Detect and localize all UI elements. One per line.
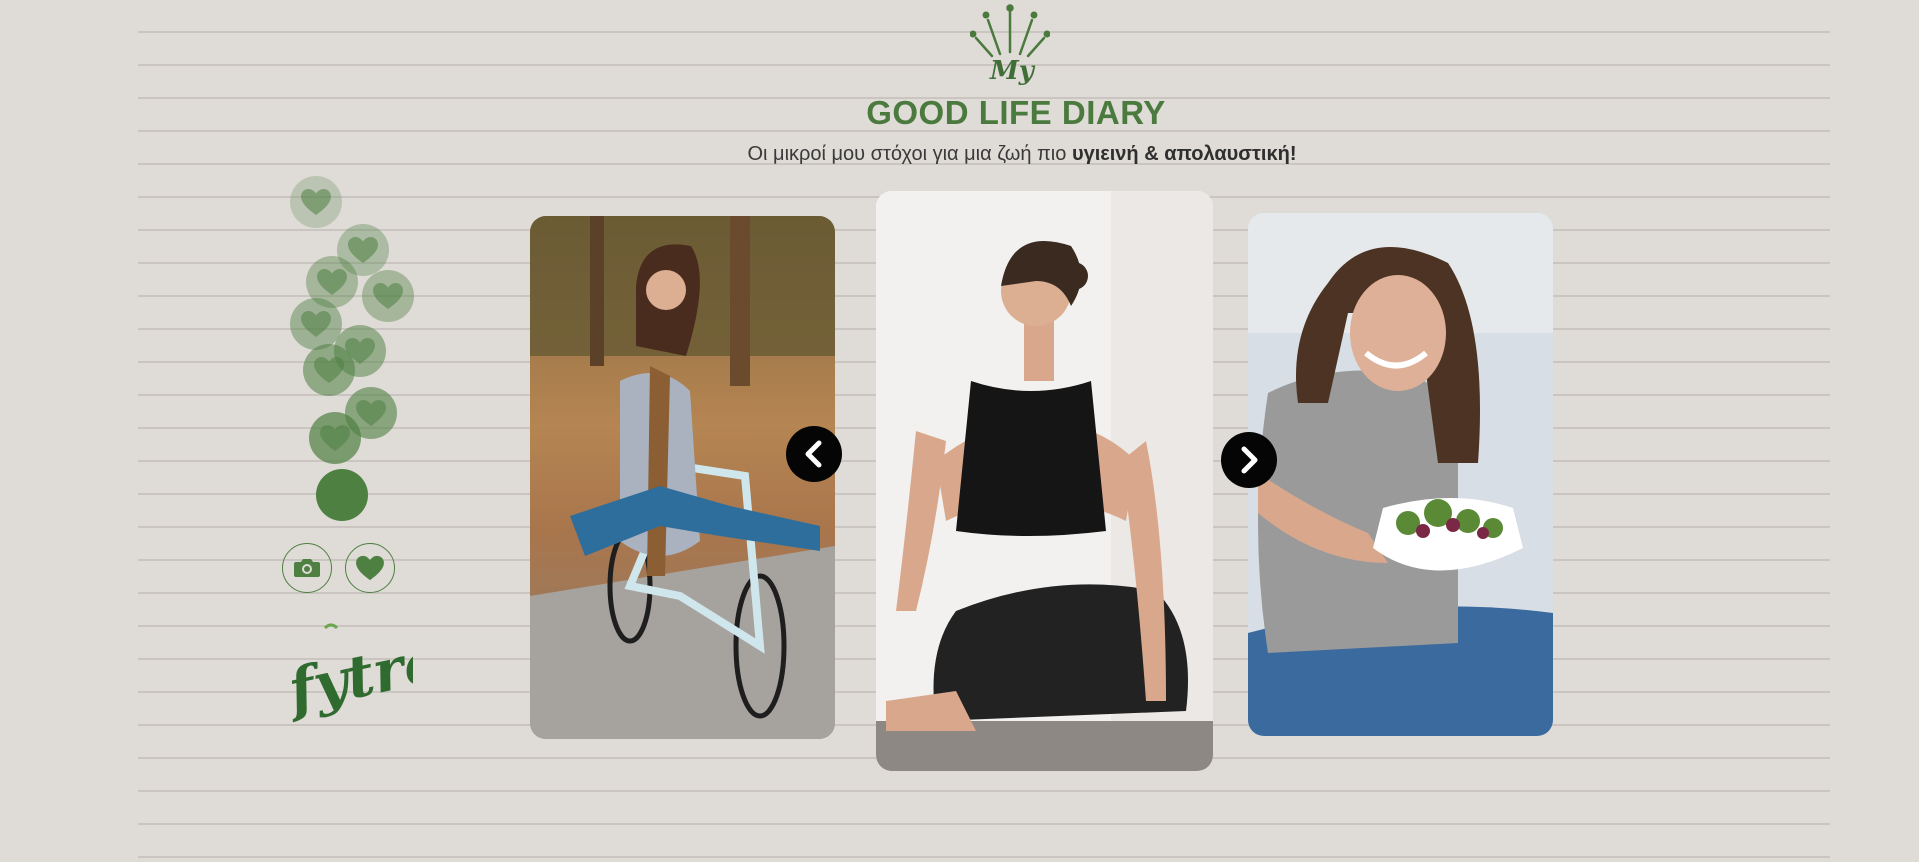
subtitle-text: Οι μικροί μου στόχοι για μια ζωή πιο — [747, 143, 1072, 165]
carousel-slide-salad[interactable] — [1248, 213, 1553, 736]
heart-icon — [301, 311, 331, 337]
camera-icon — [294, 559, 320, 577]
heart-icon — [314, 357, 344, 383]
heart-icon — [348, 237, 378, 263]
fytro-logo: fytro — [283, 623, 413, 726]
camera-button[interactable] — [282, 543, 332, 593]
heart-icon — [356, 400, 386, 426]
page-title: GOOD LIFE DIARY — [866, 94, 1166, 131]
heart-bubble — [290, 298, 342, 350]
photo-woman-eating-salad — [1248, 213, 1553, 736]
heart-bubble — [309, 412, 361, 464]
heart-icon — [317, 269, 347, 295]
progress-dot — [316, 469, 368, 521]
heart-bubble — [290, 176, 342, 228]
heart-bubble — [303, 344, 355, 396]
carousel-prev-button[interactable] — [786, 426, 842, 482]
brand-prefix: My — [990, 56, 1034, 86]
heart-icon — [373, 283, 403, 309]
carousel-next-button[interactable] — [1221, 432, 1277, 488]
favorite-button[interactable] — [345, 543, 395, 593]
chevron-right-icon — [1241, 446, 1258, 474]
carousel-slide-bicycle[interactable] — [530, 216, 835, 739]
subtitle-emphasis: υγιεινή & απολαυστική! — [1071, 143, 1297, 165]
heart-icon — [320, 425, 350, 451]
svg-text:fytro: fytro — [283, 626, 413, 726]
chevron-left-icon — [805, 440, 822, 468]
photo-woman-on-bicycle — [530, 216, 835, 739]
photo-woman-yoga — [876, 191, 1213, 771]
heart-icon — [301, 189, 331, 215]
heart-icon — [356, 555, 384, 581]
heart-bubble — [362, 270, 414, 322]
page-subtitle: Οι μικροί μου στόχοι για μια ζωή πιο υγι… — [0, 143, 1919, 166]
carousel-slide-yoga[interactable] — [876, 191, 1213, 771]
